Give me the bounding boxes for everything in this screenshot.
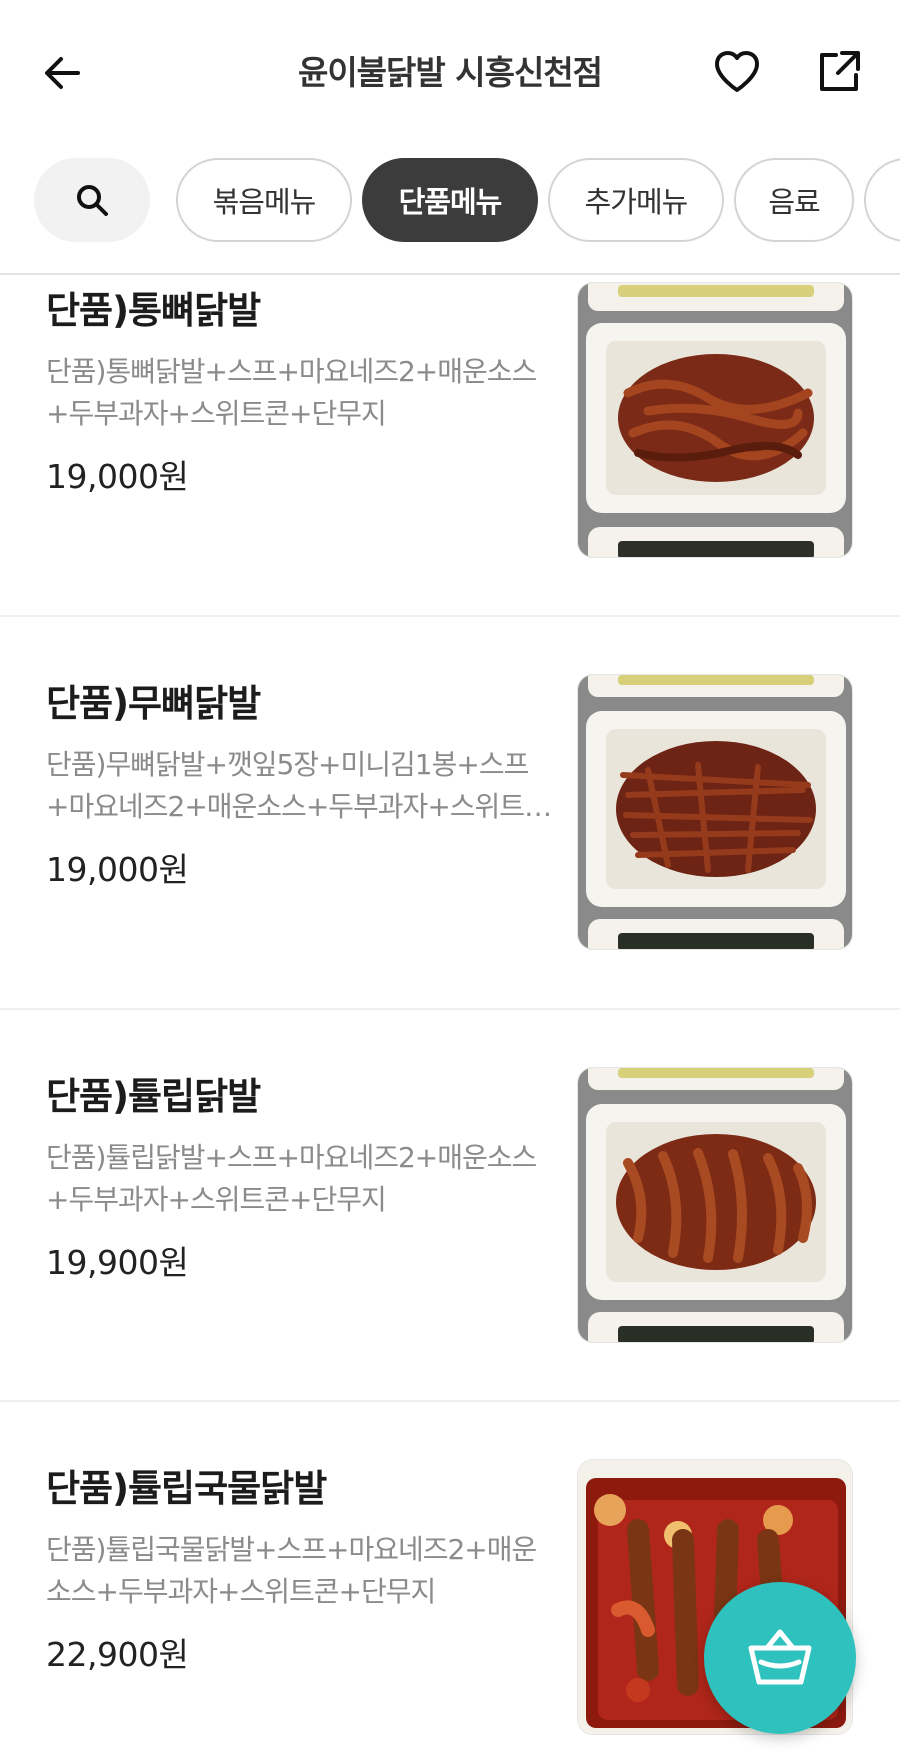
tab-stir-fry-menu[interactable]: 볶음메뉴 bbox=[176, 158, 352, 242]
cart-button[interactable] bbox=[704, 1582, 856, 1734]
tab-single-menu[interactable]: 단품메뉴 bbox=[362, 158, 538, 242]
heart-outline-icon bbox=[715, 51, 759, 92]
share-button[interactable] bbox=[812, 45, 866, 99]
arrow-left-icon bbox=[45, 57, 80, 89]
row-divider bbox=[0, 1008, 900, 1010]
tab-extra-menu[interactable]: 추가메뉴 bbox=[548, 158, 724, 242]
page-title: 윤이불닭발 시흥신천점 bbox=[297, 53, 603, 92]
menu-item-price: 22,900원 bbox=[46, 1635, 189, 1674]
shopping-basket-icon bbox=[748, 1629, 812, 1685]
menu-search-button[interactable] bbox=[34, 158, 150, 242]
menu-item-name: 단품)통뼈닭발 bbox=[46, 289, 261, 332]
menu-item-name: 단품)무뼈닭발 bbox=[46, 682, 261, 725]
share-external-icon bbox=[820, 51, 860, 91]
tab-more-overflow[interactable] bbox=[864, 158, 900, 242]
menu-item-photo bbox=[577, 282, 853, 558]
menu-item-description: 단품)통뼈닭발+스프+마요네즈2+매운소스+두부과자+스위트콘+단무지 bbox=[46, 355, 537, 430]
row-divider bbox=[0, 1400, 900, 1402]
menu-item-photo bbox=[577, 674, 853, 950]
app-header: 윤이불닭발 시흥신천점 bbox=[0, 0, 900, 145]
menu-item-name: 단품)튤립닭발 bbox=[46, 1075, 261, 1118]
tab-drinks[interactable]: 음료 bbox=[734, 158, 854, 242]
header-divider bbox=[0, 273, 900, 275]
menu-item-price: 19,000원 bbox=[46, 457, 189, 496]
menu-item-price: 19,000원 bbox=[46, 850, 189, 889]
search-icon bbox=[77, 185, 108, 216]
menu-item-price: 19,900원 bbox=[46, 1243, 189, 1282]
menu-item-name: 단품)튤립국물닭발 bbox=[46, 1467, 327, 1510]
menu-item-description: 단품)튤립닭발+스프+마요네즈2+매운소스+두부과자+스위트콘+단무지 bbox=[46, 1141, 537, 1216]
menu-item-description: 단품)튤립국물닭발+스프+마요네즈2+매운소스+두부과자+스위트콘+단무지 bbox=[46, 1533, 537, 1608]
menu-item-description: 단품)무뼈닭발+깻잎5장+미니김1봉+스프+마요네즈2+매운소스+두부과자+스위… bbox=[46, 748, 550, 823]
back-button[interactable] bbox=[38, 48, 88, 98]
row-divider bbox=[0, 615, 900, 617]
menu-item-photo bbox=[577, 1067, 853, 1343]
favorite-button[interactable] bbox=[710, 45, 764, 99]
category-tabs: 볶음메뉴 단품메뉴 추가메뉴 음료 bbox=[0, 155, 900, 245]
